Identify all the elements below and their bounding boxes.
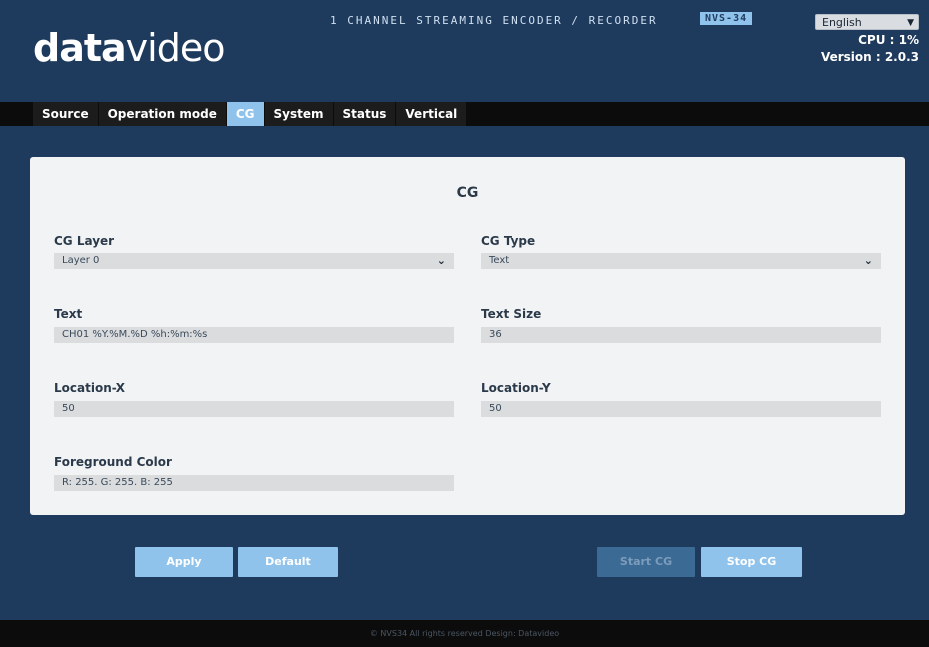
header: datavideo 1 CHANNEL STREAMING ENCODER / …	[0, 0, 929, 102]
apply-button[interactable]: Apply	[135, 547, 233, 577]
cg-type-select[interactable]: Text ⌄	[481, 253, 881, 269]
language-value: English	[822, 16, 862, 29]
cg-settings-panel: CG CG Layer Layer 0 ⌄ CG Type Text ⌄ Tex…	[30, 157, 905, 515]
location-y-label: Location-Y	[481, 381, 551, 395]
tab-cg[interactable]: CG	[226, 102, 265, 126]
stop-cg-button[interactable]: Stop CG	[701, 547, 802, 577]
datavideo-logo: datavideo	[33, 26, 225, 70]
tab-operation-mode[interactable]: Operation mode	[98, 102, 227, 126]
firmware-version: Version : 2.0.3	[820, 50, 919, 64]
cg-type-label: CG Type	[481, 234, 536, 248]
panel-title: CG	[456, 185, 479, 201]
text-size-input[interactable]: 36	[481, 327, 881, 343]
cg-layer-value: Layer 0	[62, 255, 100, 266]
location-x-input[interactable]: 50	[54, 401, 454, 417]
chevron-down-icon: ⌄	[863, 254, 873, 267]
cg-type-value: Text	[489, 255, 510, 266]
tab-status[interactable]: Status	[333, 102, 397, 126]
footer: © NVS34 All rights reserved Design: Data…	[0, 620, 929, 647]
foreground-color-label: Foreground Color	[54, 455, 172, 469]
tab-system[interactable]: System	[264, 102, 334, 126]
chevron-down-icon: ⌄	[436, 254, 446, 267]
cg-layer-label: CG Layer	[54, 234, 115, 248]
tab-vertical[interactable]: Vertical	[396, 102, 468, 126]
product-title: 1 CHANNEL STREAMING ENCODER / RECORDER	[330, 14, 658, 27]
text-label: Text	[54, 307, 83, 321]
text-size-label: Text Size	[481, 307, 542, 321]
default-button[interactable]: Default	[238, 547, 338, 577]
tab-source[interactable]: Source	[33, 102, 99, 126]
language-select[interactable]: English ▼	[815, 14, 919, 30]
text-input[interactable]: CH01 %Y.%M.%D %h:%m:%s	[54, 327, 454, 343]
model-badge: NVS-34	[700, 12, 753, 25]
foreground-color-input[interactable]: R: 255. G: 255. B: 255	[54, 475, 454, 491]
cpu-usage: CPU : 1%	[858, 33, 919, 47]
tab-list: Source Operation mode CG System Status V…	[33, 102, 468, 126]
chevron-down-icon: ▼	[907, 18, 914, 28]
location-y-input[interactable]: 50	[481, 401, 881, 417]
start-cg-button[interactable]: Start CG	[597, 547, 695, 577]
location-x-label: Location-X	[54, 381, 125, 395]
cg-layer-select[interactable]: Layer 0 ⌄	[54, 253, 454, 269]
nav-bar: Source Operation mode CG System Status V…	[0, 102, 929, 126]
